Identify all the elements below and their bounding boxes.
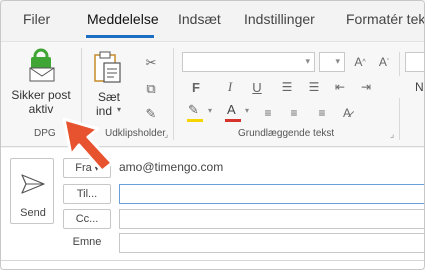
chevron-down-icon[interactable]: ▾ (245, 106, 249, 115)
send-label: Send (20, 207, 46, 219)
secure-mail-lock-icon (29, 48, 55, 82)
align-center-icon[interactable]: ≡ (285, 104, 303, 122)
group-separator (173, 48, 174, 140)
tab-filer[interactable]: Filer (23, 11, 50, 27)
outlook-compose-window: Filer Meddelelse Indsæt Indstillinger Fo… (0, 0, 425, 270)
to-button[interactable]: Til... (63, 184, 111, 204)
highlight-button[interactable]: ✎ (185, 102, 207, 124)
cut-icon[interactable]: ✂ (142, 54, 160, 72)
tab-indstillinger[interactable]: Indstillinger (244, 11, 315, 27)
shrink-font-icon[interactable]: Aˇ (375, 53, 393, 71)
decrease-indent-icon[interactable]: ⇤ (331, 78, 349, 96)
chevron-down-icon: ▾ (117, 105, 122, 114)
sikker-post-label-1: Sikker post (11, 88, 71, 102)
dialog-launcher-icon[interactable]: ⌟ (390, 129, 394, 140)
ribbon-tabs: Filer Meddelelse Indsæt Indstillinger Fo… (1, 1, 424, 39)
cc-label: Cc... (75, 213, 99, 225)
subject-label: Emne (72, 236, 102, 248)
highlight-color-bar (187, 119, 203, 122)
paste-clipboard-icon (94, 51, 121, 83)
tab-formater-tekst[interactable]: Formatér tekst (346, 11, 424, 27)
styles-partial-label: N (415, 80, 424, 94)
subject-field[interactable] (119, 233, 424, 253)
chevron-down-icon: ▾ (335, 56, 340, 66)
italic-icon[interactable]: I (221, 78, 239, 96)
increase-indent-icon[interactable]: ⇥ (357, 78, 375, 96)
cc-button[interactable]: Cc... (63, 209, 111, 229)
group-label-basic-text: Grundlæggende tekst (238, 128, 335, 139)
paste-label-1: Sæt (97, 90, 120, 104)
chevron-down-icon[interactable]: ▾ (208, 106, 212, 115)
cc-field[interactable] (119, 209, 424, 229)
send-button[interactable]: Send (10, 158, 54, 224)
font-family-dropdown[interactable]: ▾ (182, 52, 315, 72)
chevron-down-icon: ▾ (305, 56, 310, 66)
group-separator (399, 98, 400, 140)
format-painter-icon[interactable]: ✎ (142, 105, 160, 123)
from-address: amo@timengo.com (119, 160, 224, 174)
styles-gallery[interactable] (405, 52, 424, 72)
numbered-list-icon[interactable]: ☰ (305, 78, 323, 96)
underline-icon[interactable]: U (248, 78, 266, 96)
copy-icon[interactable]: ⧉ (142, 80, 160, 98)
font-size-dropdown[interactable]: ▾ (319, 52, 345, 72)
tab-meddelelse[interactable]: Meddelelse (87, 11, 159, 27)
to-field[interactable] (119, 184, 424, 204)
clear-formatting-icon[interactable]: A̷ (338, 104, 356, 122)
align-left-icon[interactable]: ≡ (259, 104, 277, 122)
send-icon (21, 174, 45, 194)
message-body-divider (1, 260, 424, 261)
group-label-dpg: DPG (34, 128, 56, 139)
align-right-icon[interactable]: ≡ (313, 104, 331, 122)
annotation-arrow-icon (62, 117, 114, 173)
font-color-icon: A (227, 102, 236, 117)
active-tab-indicator (86, 35, 154, 38)
group-separator (399, 52, 400, 76)
to-label: Til... (76, 188, 98, 200)
bullet-list-icon[interactable]: ☰ (278, 78, 296, 96)
font-color-button[interactable]: A (223, 102, 243, 124)
dialog-launcher-icon[interactable]: ⌟ (164, 129, 168, 140)
font-color-bar (225, 119, 241, 122)
tab-indsaet[interactable]: Indsæt (178, 11, 221, 27)
grow-font-icon[interactable]: A ^ (351, 53, 369, 71)
highlighter-icon: ✎ (188, 102, 199, 117)
bold-icon[interactable]: F (187, 78, 205, 96)
